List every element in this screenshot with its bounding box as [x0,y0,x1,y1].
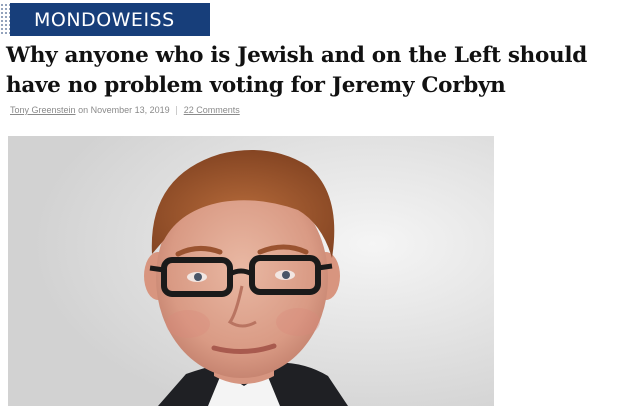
publish-date: November 13, 2019 [90,105,170,115]
author-link[interactable]: Tony Greenstein [10,105,76,115]
article-headline: Why anyone who is Jewish and on the Left… [6,43,587,98]
comments-link[interactable]: 22 Comments [184,105,240,115]
site-logo[interactable]: MONDOWEISS [10,3,210,36]
site-logo-text: MONDOWEISS [34,8,175,31]
decorative-dot-pattern [0,3,10,35]
article-featured-image [8,136,494,406]
article-page: MONDOWEISS Why anyone who is Jewish and … [0,0,640,406]
date-prefix: on [78,105,89,115]
portrait-illustration [8,136,494,406]
article-byline: Tony Greenstein on November 13, 2019 22 … [10,105,240,116]
byline-divider [176,106,178,116]
